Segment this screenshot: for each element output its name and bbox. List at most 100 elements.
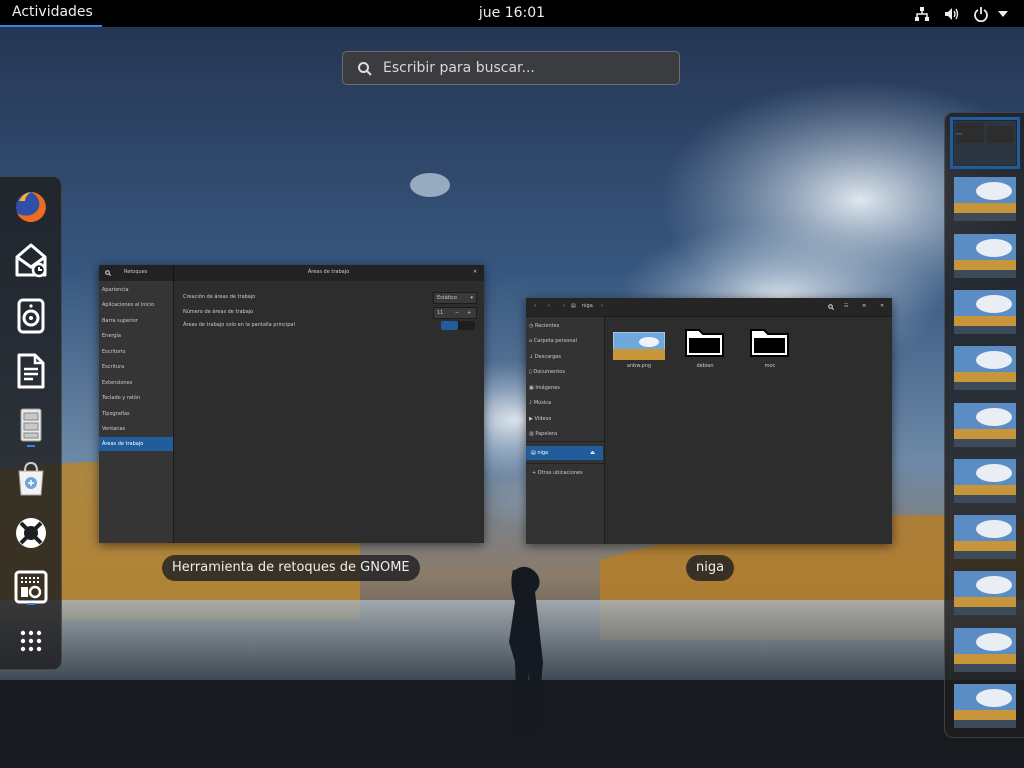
download-icon: ↓	[529, 354, 534, 360]
sidebar-item-areas-de-trabajo[interactable]: Áreas de trabajo	[99, 437, 173, 451]
close-icon[interactable]: ✕	[473, 269, 477, 275]
path-left-icon[interactable]: ‹	[563, 303, 565, 309]
workspace-thumbnail[interactable]	[954, 571, 1016, 616]
show-applications-icon[interactable]	[11, 621, 51, 661]
sidebar-item-escritura[interactable]: Escritura	[102, 364, 124, 370]
drive-icon: ▤	[531, 450, 536, 456]
dash	[0, 176, 62, 670]
back-icon[interactable]: ‹	[534, 303, 536, 309]
network-icon[interactable]	[914, 6, 930, 22]
firefox-icon[interactable]	[11, 187, 51, 227]
workspace-thumbnail[interactable]	[950, 117, 1020, 169]
sidebar-item-otras-ubicaciones[interactable]: + Otras ubicaciones	[532, 470, 583, 476]
sidebar-item-label: Áreas de trabajo	[102, 441, 144, 447]
arrow-down-icon[interactable]	[997, 10, 1009, 18]
chevron-down-icon: ▾	[470, 295, 473, 301]
path-button[interactable]: niga	[582, 303, 593, 309]
tweaks-sidebar: Apariencia Aplicaciones al inicio Barra …	[99, 281, 174, 543]
forward-icon[interactable]: ›	[548, 303, 550, 309]
search-icon	[358, 62, 372, 76]
workspace-count-stepper[interactable]: 11 − +	[433, 307, 477, 319]
sidebar-item-escritorio[interactable]: Escritorio	[102, 349, 125, 355]
files-icon[interactable]	[11, 405, 51, 445]
sidebar-item-apariencia[interactable]: Apariencia	[102, 287, 129, 293]
folder-name: debian	[696, 363, 714, 369]
workspace-thumbnail[interactable]	[954, 177, 1016, 222]
sidebar-item-documentos[interactable]: ▯ Documentos	[529, 369, 565, 375]
dropdown-value: Estático	[437, 295, 457, 301]
workspace-mode-dropdown[interactable]: Estático ▾	[433, 292, 477, 304]
workspace-thumbnail[interactable]	[954, 289, 1016, 334]
tweaks-icon[interactable]	[11, 567, 51, 607]
workspace-thumbnail[interactable]	[954, 402, 1016, 447]
help-icon[interactable]	[11, 513, 51, 553]
setting-label-pantalla-principal: Áreas de trabajo solo en la pantalla pri…	[183, 322, 295, 328]
sidebar-item-aplicaciones-al-inicio[interactable]: Aplicaciones al inicio	[102, 302, 154, 308]
folder-item[interactable]: moc	[748, 324, 792, 370]
window-files[interactable]: ‹ › ‹ ▤ niga › ☷ ≡ ✕ ◷ Recientes ⌂ Carpe…	[526, 298, 892, 544]
evolution-icon[interactable]	[11, 241, 51, 281]
primary-display-toggle[interactable]	[441, 321, 475, 330]
volume-icon[interactable]	[944, 6, 960, 22]
video-icon: ▶	[529, 416, 533, 422]
file-item[interactable]: anbw.png	[612, 331, 666, 369]
menu-icon[interactable]: ≡	[862, 303, 866, 309]
workspace-thumbnail[interactable]	[954, 684, 1016, 728]
sidebar-item-recientes[interactable]: ◷ Recientes	[529, 323, 559, 329]
sidebar-item-extensiones[interactable]: Extensiones	[102, 380, 132, 386]
folder-name: moc	[764, 363, 776, 369]
window-tweaks[interactable]: Retoques Áreas de trabajo ✕ Apariencia A…	[99, 265, 484, 543]
setting-label-numero: Número de áreas de trabajo	[183, 309, 254, 315]
sidebar-item-videos[interactable]: ▶ Vídeos	[529, 416, 551, 422]
window-caption-files[interactable]: niga	[686, 555, 735, 581]
clock[interactable]: jue 16:01	[0, 0, 1024, 27]
sidebar-item-ventanas[interactable]: Ventanas	[102, 426, 125, 432]
workspace-thumbnail[interactable]	[954, 627, 1016, 672]
window-caption-tweaks[interactable]: Herramienta de retoques de GNOME	[162, 555, 420, 581]
document-icon: ▯	[529, 369, 532, 375]
workspace-thumbnail[interactable]	[954, 346, 1016, 391]
files-headerbar: ‹ › ‹ ▤ niga › ☷ ≡ ✕	[526, 298, 892, 317]
home-icon: ⌂	[529, 338, 533, 344]
sidebar-item-teclado-y-raton[interactable]: Teclado y ratón	[102, 395, 140, 401]
sidebar-item-barra-superior[interactable]: Barra superior	[102, 318, 138, 324]
plus-icon: +	[532, 470, 537, 476]
sidebar-item-musica[interactable]: ♪ Música	[529, 400, 551, 406]
tweaks-headerbar: Retoques Áreas de trabajo ✕	[99, 265, 484, 281]
stepper-value: 11	[437, 310, 444, 316]
search-icon[interactable]	[828, 304, 834, 310]
home-folder-icon: ▤	[571, 303, 576, 309]
libreoffice-writer-icon[interactable]	[11, 351, 51, 391]
files-running-indicator	[27, 445, 35, 447]
folder-icon	[750, 329, 789, 357]
tweaks-running-indicator	[27, 603, 35, 605]
sidebar-item-imagenes[interactable]: ▣ Imágenes	[529, 385, 560, 391]
workspace-thumbnail[interactable]	[954, 515, 1016, 560]
sidebar-item-papelera[interactable]: ▥ Papelera	[529, 431, 557, 437]
tweaks-panel-title: Áreas de trabajo	[307, 269, 350, 275]
folder-item[interactable]: debian	[683, 324, 727, 370]
search-input[interactable]: Escribir para buscar...	[342, 51, 680, 85]
setting-label-creacion: Creación de áreas de trabajo	[183, 294, 256, 300]
workspace-thumbnail[interactable]	[954, 233, 1016, 278]
file-name: anbw.png	[626, 363, 652, 369]
path-right-icon[interactable]: ›	[601, 303, 603, 309]
sidebar-item-carpeta-personal[interactable]: ⌂ Carpeta personal	[529, 338, 577, 344]
search-placeholder: Escribir para buscar...	[383, 60, 535, 76]
workspace-thumbnail[interactable]	[954, 458, 1016, 503]
eject-icon[interactable]: ⏏	[590, 450, 595, 456]
close-icon[interactable]: ✕	[880, 303, 884, 309]
sidebar-item-descargas[interactable]: ↓ Descargas	[529, 354, 561, 360]
music-icon: ♪	[529, 400, 533, 406]
minus-icon[interactable]: −	[455, 310, 459, 316]
rhythmbox-icon[interactable]	[11, 296, 51, 336]
software-icon[interactable]	[11, 459, 51, 499]
sidebar-item-tipografias[interactable]: Tipografías	[102, 411, 130, 417]
view-list-icon[interactable]: ☷	[844, 303, 848, 309]
search-icon[interactable]	[105, 270, 111, 276]
sidebar-item-energia[interactable]: Energía	[102, 333, 121, 339]
power-icon[interactable]	[973, 6, 989, 22]
clock-icon: ◷	[529, 323, 534, 329]
sidebar-item-niga[interactable]: ▤ niga ⏏	[526, 446, 603, 460]
plus-icon[interactable]: +	[467, 310, 471, 316]
